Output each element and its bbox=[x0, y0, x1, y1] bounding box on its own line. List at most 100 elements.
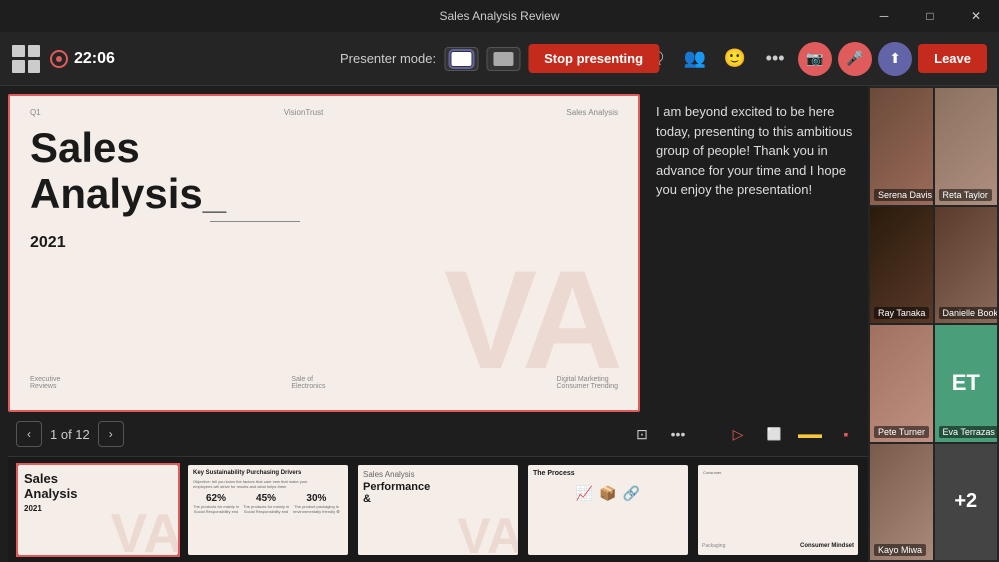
next-slide-button[interactable]: › bbox=[98, 421, 124, 447]
thumb2-title: Key Sustainability Purchasing Drivers bbox=[193, 470, 343, 476]
highlighter-icon: ▬▬ bbox=[798, 427, 822, 441]
slide-meta-row: Q1 VisionTrust Sales Analysis bbox=[30, 108, 618, 117]
participant-tile-overflow[interactable]: +2 bbox=[935, 444, 998, 561]
mode-toggle-slides[interactable] bbox=[444, 47, 478, 71]
slide-content: Q1 VisionTrust Sales Analysis Sales Anal… bbox=[10, 96, 638, 410]
camera-icon: 📷 bbox=[806, 50, 823, 67]
timer-value: 22:06 bbox=[74, 50, 115, 68]
thumbnail-3[interactable]: Sales Analysis Performance& VA 3 bbox=[356, 463, 520, 557]
recording-icon bbox=[50, 50, 68, 68]
thumbnail-1[interactable]: SalesAnalysis 2021 VA 1 bbox=[16, 463, 180, 557]
emoji-button[interactable]: 🙂 bbox=[718, 42, 752, 76]
participant-name-ray: Ray Tanaka bbox=[874, 307, 929, 319]
laser-pointer-button[interactable]: ▷ bbox=[724, 420, 752, 448]
participant-avatar-serena bbox=[870, 88, 933, 205]
slide-tag: Sales Analysis bbox=[566, 108, 618, 117]
toolbar-center: Presenter mode: Stop presenting bbox=[340, 44, 659, 73]
more-slide-icon: ••• bbox=[671, 426, 686, 442]
window-title: Sales Analysis Review bbox=[439, 9, 559, 23]
participant-name-serena: Serena Davis bbox=[874, 189, 933, 201]
mic-button[interactable]: 🎤 bbox=[838, 42, 872, 76]
thumbnail-strip: SalesAnalysis 2021 VA 1 Key Sustainabili… bbox=[8, 456, 868, 562]
timer: 22:06 bbox=[50, 50, 115, 68]
pen-icon: ▪ bbox=[844, 426, 849, 442]
thumb5-consumer: Consumer Mindset bbox=[800, 543, 854, 549]
slide-brand: VisionTrust bbox=[284, 108, 324, 117]
notes-panel: I am beyond excited to be here today, pr… bbox=[648, 94, 868, 412]
title-bar: Sales Analysis Review ─ □ ✕ bbox=[0, 0, 999, 32]
participant-name-eva: Eva Terrazas bbox=[939, 426, 998, 438]
thumbnail-image-2: Key Sustainability Purchasing Drivers Ob… bbox=[188, 465, 348, 555]
leave-button[interactable]: Leave bbox=[918, 44, 987, 73]
main-content: Q1 VisionTrust Sales Analysis Sales Anal… bbox=[0, 86, 999, 562]
participant-tile-serena-davis[interactable]: Serena Davis bbox=[870, 88, 933, 205]
slides-mode-icon bbox=[451, 52, 471, 66]
thumbnail-image-3: Sales Analysis Performance& VA bbox=[358, 465, 518, 555]
mode-toggle-presenter[interactable] bbox=[486, 47, 520, 71]
participant-tile-reta-taylor[interactable]: Reta Taylor bbox=[935, 88, 998, 205]
presentation-area: Q1 VisionTrust Sales Analysis Sales Anal… bbox=[0, 86, 868, 562]
slide-counter: 1 of 12 bbox=[50, 427, 90, 442]
participant-name-pete: Pete Turner bbox=[874, 426, 929, 438]
share-button[interactable]: ⬆ bbox=[878, 42, 912, 76]
slide-background-letters: VA bbox=[444, 250, 618, 390]
close-button[interactable]: ✕ bbox=[953, 0, 999, 32]
more-button[interactable]: ••• bbox=[758, 42, 792, 76]
stop-presenting-button[interactable]: Stop presenting bbox=[528, 44, 659, 73]
participant-avatar-kayo bbox=[870, 444, 933, 561]
maximize-button[interactable]: □ bbox=[907, 0, 953, 32]
participant-tile-ray-tanaka[interactable]: Ray Tanaka bbox=[870, 207, 933, 324]
slide-view: Q1 VisionTrust Sales Analysis Sales Anal… bbox=[8, 94, 868, 412]
screenshot-icon: ⊡ bbox=[636, 426, 648, 443]
participant-name-danielle: Danielle Booker bbox=[939, 307, 998, 319]
participant-panel: Serena Davis Reta Taylor Ray Tanaka Dani… bbox=[868, 86, 999, 562]
participant-tile-kayo-miwa[interactable]: Kayo Miwa bbox=[870, 444, 933, 561]
slide-quarter: Q1 bbox=[30, 108, 41, 117]
slide-bottom-item-2: Sale ofElectronics bbox=[291, 376, 325, 390]
participant-tile-pete-turner[interactable]: Pete Turner bbox=[870, 325, 933, 442]
minimize-button[interactable]: ─ bbox=[861, 0, 907, 32]
slide-title-line1: Sales Analysis_ bbox=[30, 125, 618, 217]
participant-name-kayo: Kayo Miwa bbox=[874, 544, 926, 556]
slide-bottom-item-3: Digital MarketingConsumer Trending bbox=[557, 376, 618, 390]
participant-avatar-eva: ET bbox=[935, 325, 998, 442]
more-slide-options-button[interactable]: ••• bbox=[664, 420, 692, 448]
pen-button[interactable]: ▪ bbox=[832, 420, 860, 448]
participant-avatar-pete bbox=[870, 325, 933, 442]
thumbnail-image-1: SalesAnalysis 2021 VA bbox=[18, 465, 178, 555]
thumbnail-5[interactable]: Consumer Consumer Mindset Packaging 5 bbox=[696, 463, 860, 557]
presenter-mode-icon bbox=[493, 52, 513, 66]
window-controls: ─ □ ✕ bbox=[861, 0, 999, 32]
thumbnail-4[interactable]: The Process 📈 📦 🔗 4 bbox=[526, 463, 690, 557]
thumb2-pct2: 45% bbox=[243, 493, 289, 504]
participant-tile-danielle-booker[interactable]: Danielle Booker bbox=[935, 207, 998, 324]
more-icon: ••• bbox=[766, 48, 785, 69]
thumbnail-image-5: Consumer Consumer Mindset Packaging bbox=[698, 465, 858, 555]
main-slide: Q1 VisionTrust Sales Analysis Sales Anal… bbox=[8, 94, 640, 412]
eraser-icon: ⬜ bbox=[767, 427, 782, 441]
participant-tile-eva-terrazas[interactable]: ET Eva Terrazas bbox=[935, 325, 998, 442]
toolbar: 22:06 Presenter mode: Stop presenting ≡ … bbox=[0, 32, 999, 86]
highlighter-button[interactable]: ▬▬ bbox=[796, 420, 824, 448]
slide-bottom-item-1: ExecutiveReviews bbox=[30, 376, 60, 390]
eraser-button[interactable]: ⬜ bbox=[760, 420, 788, 448]
emoji-icon: 🙂 bbox=[724, 48, 746, 69]
screenshot-button[interactable]: ⊡ bbox=[628, 420, 656, 448]
mic-icon: 🎤 bbox=[846, 50, 863, 67]
participant-name-reta: Reta Taylor bbox=[939, 189, 992, 201]
thumb2-pct1: 62% bbox=[193, 493, 239, 504]
camera-button[interactable]: 📷 bbox=[798, 42, 832, 76]
participant-avatar-reta bbox=[935, 88, 998, 205]
participant-avatar-ray bbox=[870, 207, 933, 324]
people-button[interactable]: 👥 bbox=[678, 42, 712, 76]
laser-pointer-icon: ▷ bbox=[733, 426, 744, 443]
participant-overflow-count: +2 bbox=[935, 444, 998, 561]
apps-icon[interactable] bbox=[12, 45, 40, 73]
slide-title: Sales Analysis_ bbox=[30, 125, 618, 222]
thumbnail-2[interactable]: Key Sustainability Purchasing Drivers Ob… bbox=[186, 463, 350, 557]
presenter-mode-label: Presenter mode: bbox=[340, 51, 436, 66]
slide-controls: ‹ 1 of 12 › ⊡ ••• ▷ ⬜ ▬▬ ▪ bbox=[8, 412, 868, 456]
slide-bottom-row: ExecutiveReviews Sale ofElectronics Digi… bbox=[30, 376, 618, 390]
prev-slide-button[interactable]: ‹ bbox=[16, 421, 42, 447]
share-icon: ⬆ bbox=[889, 50, 901, 67]
